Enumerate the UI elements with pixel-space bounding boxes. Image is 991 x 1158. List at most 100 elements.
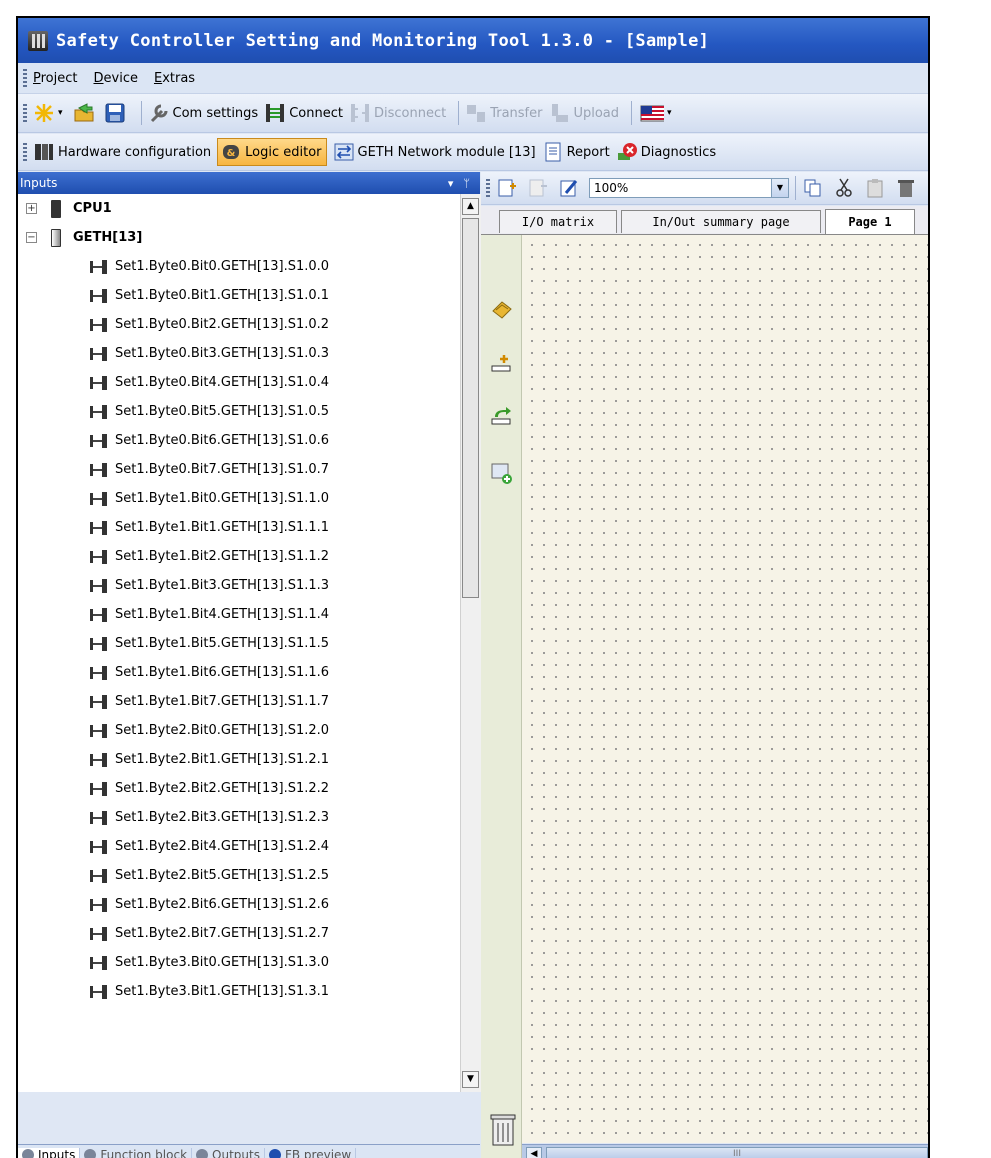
paste-button[interactable] [864,177,889,199]
geth-network-module-button[interactable]: GETH Network module [13] [333,141,536,163]
trash-bin-icon[interactable] [490,1113,516,1147]
tree-item-label: Set1.Byte2.Bit1.GETH[13].S1.2.1 [115,752,330,767]
tree-item-input[interactable]: Set1.Byte1.Bit7.GETH[13].S1.1.7 [18,687,460,716]
paste-clipboard-icon [867,179,883,198]
cut-button[interactable] [833,177,858,199]
report-button[interactable]: Report [542,141,610,163]
scroll-thumb[interactable] [462,218,479,598]
input-signal-icon [90,665,107,680]
input-signal-icon [90,404,107,419]
new-project-button[interactable]: ▾ [33,102,67,124]
logic-editor-label: Logic editor [245,144,322,160]
tree-item-input[interactable]: Set1.Byte0.Bit7.GETH[13].S1.0.7 [18,455,460,484]
tree-item-label: Set1.Byte0.Bit4.GETH[13].S1.0.4 [115,375,330,390]
tree-item-input[interactable]: Set1.Byte2.Bit7.GETH[13].S1.2.7 [18,919,460,948]
app-window: Safety Controller Setting and Monitoring… [16,16,930,1158]
hardware-configuration-button[interactable]: Hardware configuration [33,141,211,163]
tree-item-input[interactable]: Set1.Byte1.Bit6.GETH[13].S1.1.6 [18,658,460,687]
scroll-down-icon[interactable]: ▼ [462,1071,479,1088]
tree-item-input[interactable]: Set1.Byte1.Bit0.GETH[13].S1.1.0 [18,484,460,513]
wrench-icon [150,104,168,123]
tree-item-input[interactable]: Set1.Byte0.Bit6.GETH[13].S1.0.6 [18,426,460,455]
upload-icon [552,104,569,122]
add-page-button[interactable] [496,177,521,199]
left-panel-tabs: Inputs Function block Outputs FB preview [18,1144,480,1158]
tree-item-input[interactable]: Set1.Byte0.Bit4.GETH[13].S1.0.4 [18,368,460,397]
tab-inputs[interactable]: Inputs [18,1148,81,1158]
scroll-left-icon[interactable]: ◀ [526,1147,542,1158]
expand-icon[interactable]: + [26,203,37,214]
logic-canvas[interactable] [522,235,928,1143]
tree-item-input[interactable]: Set1.Byte1.Bit5.GETH[13].S1.1.5 [18,629,460,658]
scroll-up-icon[interactable]: ▲ [462,198,479,215]
panel-dropdown-icon[interactable]: ▾ [448,177,454,190]
tree-item-input[interactable]: Set1.Byte0.Bit1.GETH[13].S1.0.1 [18,281,460,310]
tree-item-input[interactable]: Set1.Byte0.Bit0.GETH[13].S1.0.0 [18,252,460,281]
remove-page-button[interactable] [527,177,552,199]
logic-editor-button[interactable]: & Logic editor [217,138,327,166]
diagnostics-button[interactable]: Diagnostics [616,141,716,163]
tree-item-input[interactable]: Set1.Byte2.Bit0.GETH[13].S1.2.0 [18,716,460,745]
language-button[interactable]: ▾ [638,102,672,124]
tree-item-label: Set1.Byte2.Bit3.GETH[13].S1.2.3 [115,810,330,825]
collapse-icon[interactable]: − [26,232,37,243]
menu-bar: Project Device Extras [18,63,928,94]
tree-item-input[interactable]: Set1.Byte0.Bit5.GETH[13].S1.0.5 [18,397,460,426]
tree-item-input[interactable]: Set1.Byte2.Bit2.GETH[13].S1.2.2 [18,774,460,803]
tree-item-label: Set1.Byte2.Bit4.GETH[13].S1.2.4 [115,839,330,854]
scroll-thumb[interactable]: III [546,1147,928,1158]
edit-page-button[interactable] [558,177,583,199]
tab-outputs[interactable]: Outputs [192,1148,265,1158]
open-project-button[interactable] [73,102,98,124]
delete-button[interactable] [895,177,920,199]
tab-io-matrix[interactable]: I/O matrix [499,210,617,233]
pin-icon[interactable]: ᛘ [463,177,470,190]
tree-item-input[interactable]: Set1.Byte1.Bit2.GETH[13].S1.1.2 [18,542,460,571]
tree-node-cpu1[interactable]: + CPU1 [18,194,460,223]
tab-function-block[interactable]: Function block [80,1148,193,1158]
tree-item-input[interactable]: Set1.Byte1.Bit4.GETH[13].S1.1.4 [18,600,460,629]
tree-item-input[interactable]: Set1.Byte2.Bit1.GETH[13].S1.2.1 [18,745,460,774]
tree-item-input[interactable]: Set1.Byte1.Bit3.GETH[13].S1.1.3 [18,571,460,600]
tree-item-input[interactable]: Set1.Byte3.Bit0.GETH[13].S1.3.0 [18,948,460,977]
upload-button[interactable]: Upload [548,102,619,124]
com-settings-button[interactable]: Com settings [148,102,258,124]
tab-page-1[interactable]: Page 1 [825,209,915,234]
eraser-icon[interactable] [490,297,514,321]
tree-item-input[interactable]: Set1.Byte2.Bit3.GETH[13].S1.2.3 [18,803,460,832]
chevron-down-icon[interactable]: ▼ [771,179,788,197]
tree-vertical-scrollbar[interactable]: ▲ ▼ [460,194,481,1092]
save-button[interactable] [104,102,129,124]
tree-node-geth[interactable]: − GETH[13] [18,223,460,252]
add-output-icon[interactable] [490,405,514,429]
menu-project[interactable]: Project [33,71,78,86]
transfer-button[interactable]: Transfer [465,102,542,124]
add-comment-icon[interactable] [490,461,514,485]
tree-item-label: Set1.Byte0.Bit1.GETH[13].S1.0.1 [115,288,330,303]
tab-inout-summary[interactable]: In/Out summary page [621,210,821,233]
tree-item-label: Set1.Byte2.Bit5.GETH[13].S1.2.5 [115,868,330,883]
canvas-horizontal-scrollbar[interactable]: ◀ III [522,1144,928,1158]
tree-item-input[interactable]: Set1.Byte0.Bit2.GETH[13].S1.0.2 [18,310,460,339]
menu-device[interactable]: Device [94,71,138,86]
tree-item-input[interactable]: Set1.Byte2.Bit5.GETH[13].S1.2.5 [18,861,460,890]
tree-item-label: Set1.Byte1.Bit0.GETH[13].S1.1.0 [115,491,330,506]
tree-item-label: Set1.Byte2.Bit0.GETH[13].S1.2.0 [115,723,330,738]
tree-item-label: Set1.Byte1.Bit7.GETH[13].S1.1.7 [115,694,330,709]
tree-item-input[interactable]: Set1.Byte2.Bit6.GETH[13].S1.2.6 [18,890,460,919]
tree-item-input[interactable]: Set1.Byte2.Bit4.GETH[13].S1.2.4 [18,832,460,861]
tab-fb-preview[interactable]: FB preview [265,1148,357,1158]
tree-item-label: Set1.Byte0.Bit2.GETH[13].S1.0.2 [115,317,330,332]
menu-extras[interactable]: Extras [154,71,195,86]
zoom-select[interactable]: 100% ▼ [589,178,789,198]
tree-item-input[interactable]: Set1.Byte0.Bit3.GETH[13].S1.0.3 [18,339,460,368]
tree-item-input[interactable]: Set1.Byte3.Bit1.GETH[13].S1.3.1 [18,977,460,1006]
disconnect-button[interactable]: Disconnect [349,102,446,124]
add-input-icon[interactable] [490,352,514,376]
connect-button[interactable]: Connect [264,102,343,124]
tree-item-label: Set1.Byte3.Bit1.GETH[13].S1.3.1 [115,984,330,999]
diagnostics-error-icon [617,143,637,160]
copy-button[interactable] [802,177,827,199]
tree-item-input[interactable]: Set1.Byte1.Bit1.GETH[13].S1.1.1 [18,513,460,542]
input-signal-icon [90,491,107,506]
